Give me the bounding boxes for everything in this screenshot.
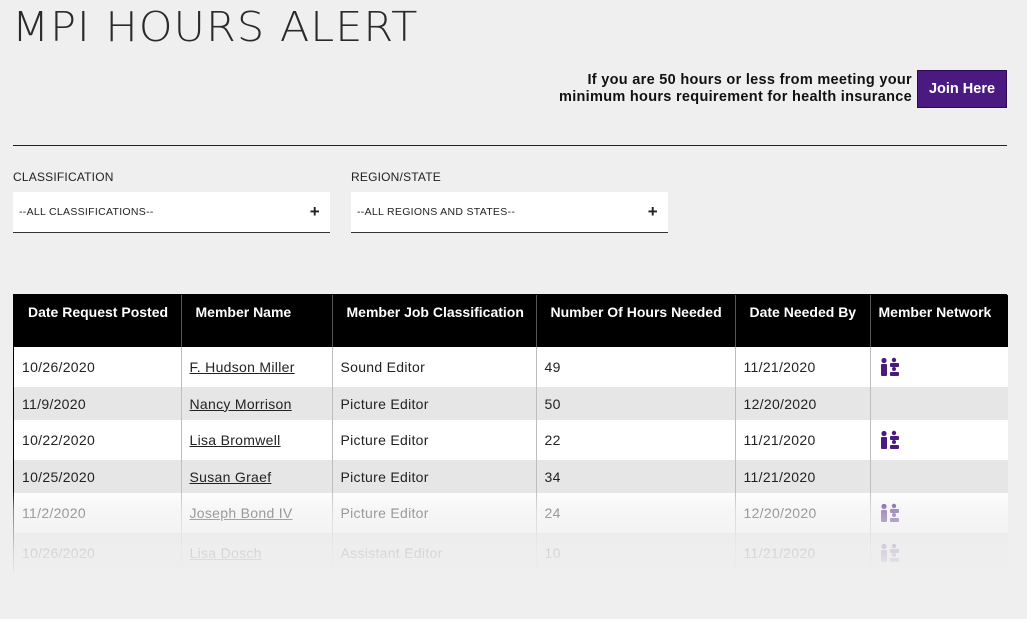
member-network-icon[interactable] xyxy=(879,357,901,377)
cell-classification: Picture Editor xyxy=(331,387,536,420)
header-date-needed: Date Needed By xyxy=(734,295,870,347)
table-row: 11/9/2020 Nancy Morrison Picture Editor 50 1… xyxy=(14,387,1008,420)
classification-filter: CLASSIFICATION --ALL CLASSIFICATIONS-- + xyxy=(13,170,330,233)
cell-classification: Picture Editor xyxy=(331,460,536,493)
cell-member-network xyxy=(869,347,1008,387)
cell-member-name: Joseph Bond IV xyxy=(180,493,332,533)
table-row: 11/2/2020 Joseph Bond IV Picture Editor 24 1… xyxy=(14,493,1008,533)
member-name-link[interactable]: Joseph Bond IV xyxy=(190,505,293,521)
cell-date-needed: 11/21/2020 xyxy=(734,460,870,493)
classification-label: CLASSIFICATION xyxy=(13,170,114,184)
region-select[interactable]: --ALL REGIONS AND STATES-- + xyxy=(351,192,668,233)
cell-date-needed: 12/20/2020 xyxy=(734,493,870,533)
table-row: 10/22/2020 Lisa Bromwell Picture Editor 22 1… xyxy=(14,420,1008,460)
table-header-row: Date Request Posted Member Name Member J… xyxy=(14,295,1008,347)
join-promo: If you are 50 hours or less from meeting… xyxy=(559,70,1007,108)
header-date-posted: Date Request Posted xyxy=(28,304,169,320)
cell-classification: Sound Editor xyxy=(331,347,536,387)
member-name-link[interactable]: Lisa Bromwell xyxy=(190,432,281,448)
cell-member-network xyxy=(869,460,1008,493)
cell-classification: Assistant Editor xyxy=(331,533,536,573)
plus-icon: + xyxy=(309,202,320,221)
member-name-link[interactable]: Nancy Morrison xyxy=(190,396,292,412)
header-hours-needed: Number Of Hours Needed xyxy=(535,295,735,347)
classification-value: --ALL CLASSIFICATIONS-- xyxy=(19,206,154,218)
page-title: MPI HOURS ALERT xyxy=(12,4,419,52)
cell-hours-needed: 50 xyxy=(535,387,735,420)
cell-member-network xyxy=(869,387,1008,420)
region-label: REGION/STATE xyxy=(351,170,441,184)
cell-hours-needed: 24 xyxy=(535,493,735,533)
header-job-classification: Member Job Classification xyxy=(331,295,536,347)
table-row: 10/26/2020 F. Hudson Miller Sound Editor 49… xyxy=(14,347,1008,387)
table-row: 10/25/2020 Susan Graef Picture Editor 34 11/… xyxy=(14,460,1008,493)
cell-classification: Picture Editor xyxy=(331,493,536,533)
promo-line-1: If you are 50 hours or less from meeting… xyxy=(587,72,912,88)
cell-hours-needed: 34 xyxy=(535,460,735,493)
table-body: 10/26/2020 F. Hudson Miller Sound Editor 49… xyxy=(14,347,1008,573)
region-value: --ALL REGIONS AND STATES-- xyxy=(357,206,516,218)
cell-date-needed: 11/21/2020 xyxy=(734,420,870,460)
plus-icon: + xyxy=(647,202,658,221)
hours-alert-table: Date Request Posted Member Name Member J… xyxy=(13,294,1008,573)
cell-date-posted: 10/22/2020 xyxy=(22,432,96,448)
cell-date-posted: 10/26/2020 xyxy=(22,545,96,561)
classification-select[interactable]: --ALL CLASSIFICATIONS-- + xyxy=(13,192,330,233)
region-filter: REGION/STATE --ALL REGIONS AND STATES-- … xyxy=(351,170,668,233)
header-member-name: Member Name xyxy=(180,295,332,347)
join-here-button[interactable]: Join Here xyxy=(917,70,1007,108)
promo-text: If you are 50 hours or less from meeting… xyxy=(559,72,912,106)
section-divider xyxy=(13,145,1007,146)
cell-hours-needed: 22 xyxy=(535,420,735,460)
cell-hours-needed: 10 xyxy=(535,533,735,573)
cell-date-posted: 10/25/2020 xyxy=(22,468,96,485)
cell-member-name: Nancy Morrison xyxy=(180,387,332,420)
member-network-icon[interactable] xyxy=(879,503,901,523)
cell-hours-needed: 49 xyxy=(535,347,735,387)
member-name-link[interactable]: F. Hudson Miller xyxy=(190,359,295,375)
member-network-icon[interactable] xyxy=(879,430,901,450)
cell-date-needed: 12/20/2020 xyxy=(734,387,870,420)
promo-line-2: minimum hours requirement for health ins… xyxy=(559,89,912,105)
table-row: 10/26/2020 Lisa Dosch Assistant Editor 10 11… xyxy=(14,533,1008,573)
cell-member-network xyxy=(869,493,1008,533)
member-network-icon[interactable] xyxy=(879,543,901,563)
cell-date-posted: 11/2/2020 xyxy=(22,505,86,521)
member-name-link[interactable]: Lisa Dosch xyxy=(190,545,262,561)
cell-member-name: Lisa Dosch xyxy=(180,533,332,573)
cell-date-posted: 10/26/2020 xyxy=(22,359,96,375)
cell-date-posted: 11/9/2020 xyxy=(22,395,86,412)
cell-date-needed: 11/21/2020 xyxy=(734,533,870,573)
cell-member-name: Lisa Bromwell xyxy=(180,420,332,460)
header-member-network: Member Network xyxy=(869,295,1008,347)
member-name-link[interactable]: Susan Graef xyxy=(190,469,272,485)
cell-member-name: Susan Graef xyxy=(180,460,332,493)
cell-member-name: F. Hudson Miller xyxy=(180,347,332,387)
cell-member-network xyxy=(869,533,1008,573)
cell-classification: Picture Editor xyxy=(331,420,536,460)
cell-date-needed: 11/21/2020 xyxy=(734,347,870,387)
cell-member-network xyxy=(869,420,1008,460)
